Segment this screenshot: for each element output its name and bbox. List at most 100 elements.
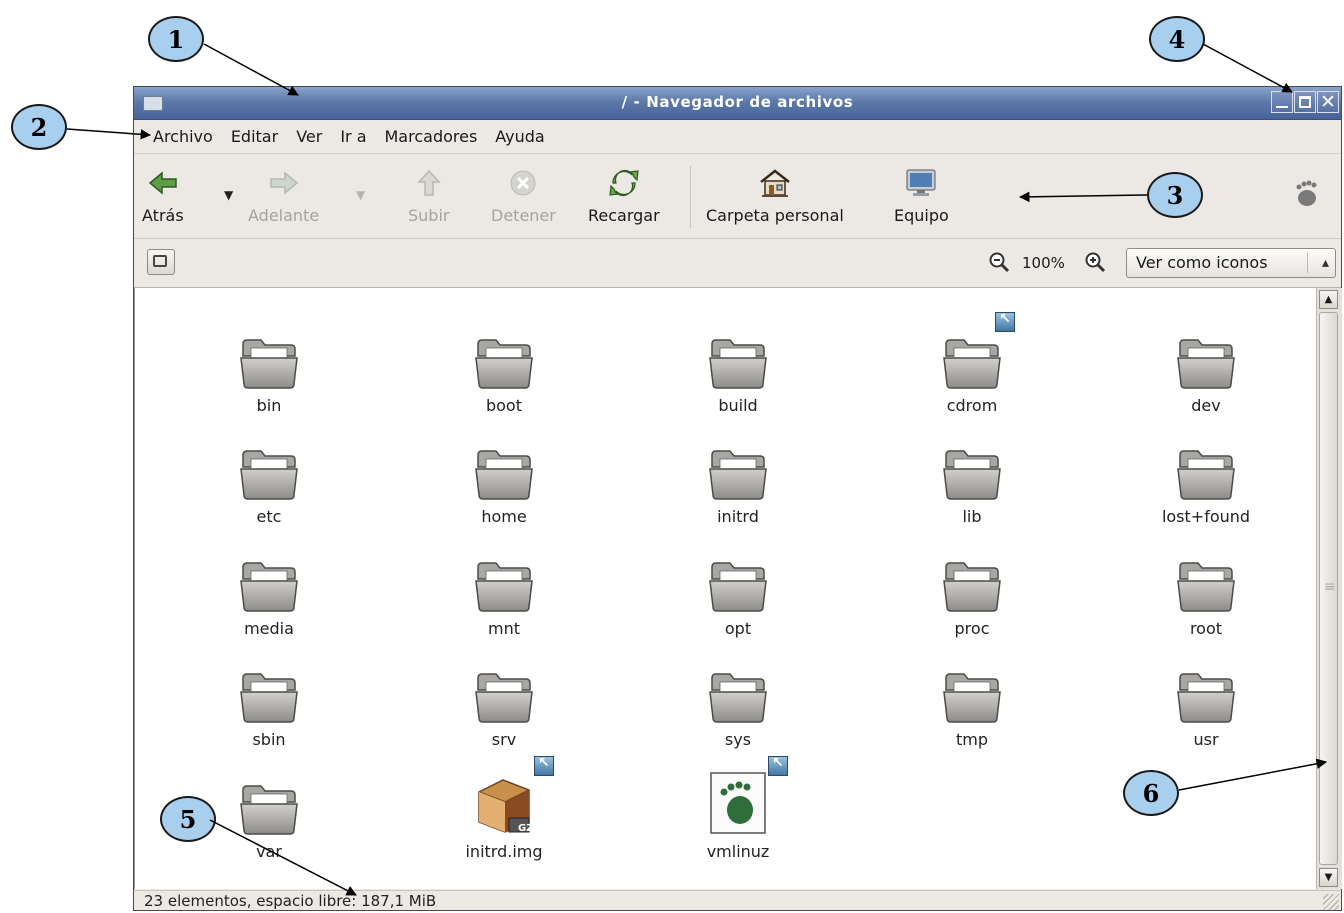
zoom-level[interactable]: 100% — [1022, 254, 1065, 272]
forward-history-chevron-icon[interactable]: ▼ — [356, 188, 365, 202]
reload-label: Recargar — [588, 206, 660, 225]
file-item-media[interactable]: media — [179, 539, 359, 638]
file-name: mnt — [488, 619, 520, 638]
callout-4: 4 — [1149, 16, 1205, 62]
file-name: sys — [724, 730, 752, 749]
symlink-badge-icon — [768, 755, 788, 776]
file-item-lib[interactable]: lib — [882, 427, 1062, 526]
window-title: / - Navegador de archivos — [621, 93, 854, 111]
callout-5: 5 — [160, 796, 216, 842]
folder-icon — [179, 427, 359, 501]
status-bar: 23 elementos, espacio libre: 187,1 MiB — [134, 890, 1341, 912]
stop-icon — [491, 166, 556, 200]
file-item-initrd-img[interactable]: GZ initrd.img — [414, 755, 594, 861]
file-name: initrd — [717, 507, 759, 526]
file-item-cdrom[interactable]: cdrom — [882, 311, 1062, 415]
resize-grip[interactable] — [1323, 894, 1339, 910]
up-label: Subir — [408, 206, 450, 225]
file-item-boot[interactable]: boot — [414, 316, 594, 415]
back-history-chevron-icon[interactable]: ▼ — [224, 188, 233, 202]
home-label: Carpeta personal — [706, 206, 844, 225]
file-item-bin[interactable]: bin — [179, 316, 359, 415]
menu-ver[interactable]: Ver — [287, 127, 331, 146]
forward-arrow-icon — [248, 166, 319, 200]
file-item-lost-found[interactable]: lost+found — [1116, 427, 1296, 526]
stop-button[interactable]: Detener — [491, 166, 556, 225]
file-item-dev[interactable]: dev — [1116, 316, 1296, 415]
sidebar-toggle-button[interactable] — [147, 249, 175, 275]
folder-icon — [648, 316, 828, 390]
home-button[interactable]: Carpeta personal — [706, 166, 844, 225]
callout-4-arrow — [1202, 43, 1293, 93]
folder-icon — [648, 539, 828, 613]
file-item-opt[interactable]: opt — [648, 539, 828, 638]
file-item-vmlinuz[interactable]: vmlinuz — [648, 755, 828, 861]
folder-icon — [414, 650, 594, 724]
file-name: usr — [1193, 730, 1219, 749]
file-item-proc[interactable]: proc — [882, 539, 1062, 638]
back-button[interactable]: Atrás — [142, 166, 184, 225]
vertical-scrollbar[interactable]: ▲ ▼ — [1316, 288, 1342, 889]
view-mode-select[interactable]: Ver como iconos ▴ — [1126, 248, 1336, 278]
file-name: initrd.img — [465, 842, 543, 861]
scroll-down-arrow-icon[interactable]: ▼ — [1319, 868, 1338, 887]
file-name: lib — [962, 507, 982, 526]
file-item-usr[interactable]: usr — [1116, 650, 1296, 749]
back-arrow-icon — [142, 166, 184, 200]
close-button[interactable]: ✕ — [1317, 91, 1339, 113]
symlink-badge-icon — [995, 311, 1015, 332]
file-item-etc[interactable]: etc — [179, 427, 359, 526]
forward-button[interactable]: Adelante — [248, 166, 319, 225]
file-item-sbin[interactable]: sbin — [179, 650, 359, 749]
file-item-mnt[interactable]: mnt — [414, 539, 594, 638]
file-name: dev — [1191, 396, 1221, 415]
file-item-srv[interactable]: srv — [414, 650, 594, 749]
archive-package-icon: GZ — [414, 755, 594, 836]
callout-1: 1 — [148, 16, 204, 62]
menu-archivo[interactable]: Archivo — [144, 127, 222, 146]
maximize-button[interactable] — [1294, 91, 1316, 113]
menu-bar: Archivo Editar Ver Ir a Marcadores Ayuda — [134, 120, 1341, 154]
zoom-in-icon[interactable] — [1084, 251, 1106, 277]
select-spinner-icon: ▴ — [1321, 255, 1329, 271]
menu-editar[interactable]: Editar — [222, 127, 287, 146]
status-text: 23 elementos, espacio libre: 187,1 MiB — [144, 892, 437, 910]
file-name: boot — [485, 396, 522, 415]
file-name: srv — [491, 730, 517, 749]
zoom-out-icon[interactable] — [988, 251, 1010, 277]
folder-icon — [882, 427, 1062, 501]
file-item-root[interactable]: root — [1116, 539, 1296, 638]
home-icon — [706, 166, 844, 200]
scroll-up-arrow-icon[interactable]: ▲ — [1319, 290, 1338, 309]
stop-label: Detener — [491, 206, 556, 225]
menu-marcadores[interactable]: Marcadores — [376, 127, 487, 146]
view-mode-value: Ver como iconos — [1136, 253, 1268, 272]
file-name: lost+found — [1161, 507, 1251, 526]
up-button[interactable]: Subir — [408, 166, 449, 225]
menu-ayuda[interactable]: Ayuda — [486, 127, 553, 146]
archive-format-badge: GZ — [518, 823, 534, 834]
file-item-initrd[interactable]: initrd — [648, 427, 828, 526]
file-item-home[interactable]: home — [414, 427, 594, 526]
file-item-sys[interactable]: sys — [648, 650, 828, 749]
computer-monitor-icon — [894, 166, 949, 200]
folder-icon — [882, 539, 1062, 613]
folder-icon — [414, 427, 594, 501]
file-name: media — [244, 619, 294, 638]
computer-button[interactable]: Equipo — [894, 166, 949, 225]
file-name: cdrom — [946, 396, 998, 415]
file-item-build[interactable]: build — [648, 316, 828, 415]
up-arrow-icon — [408, 166, 449, 200]
reload-icon — [588, 166, 660, 200]
file-name: proc — [954, 619, 990, 638]
file-item-tmp[interactable]: tmp — [882, 650, 1062, 749]
minimize-button[interactable] — [1271, 91, 1293, 113]
title-bar[interactable]: / - Navegador de archivos ✕ — [134, 87, 1341, 120]
gnome-foot-file-icon — [648, 755, 828, 836]
reload-button[interactable]: Recargar — [588, 166, 660, 225]
folder-icon — [1116, 650, 1296, 724]
folder-icon — [1116, 316, 1296, 390]
callout-2: 2 — [11, 104, 67, 150]
scrollbar-thumb[interactable] — [1319, 312, 1338, 865]
menu-ir-a[interactable]: Ir a — [331, 127, 375, 146]
